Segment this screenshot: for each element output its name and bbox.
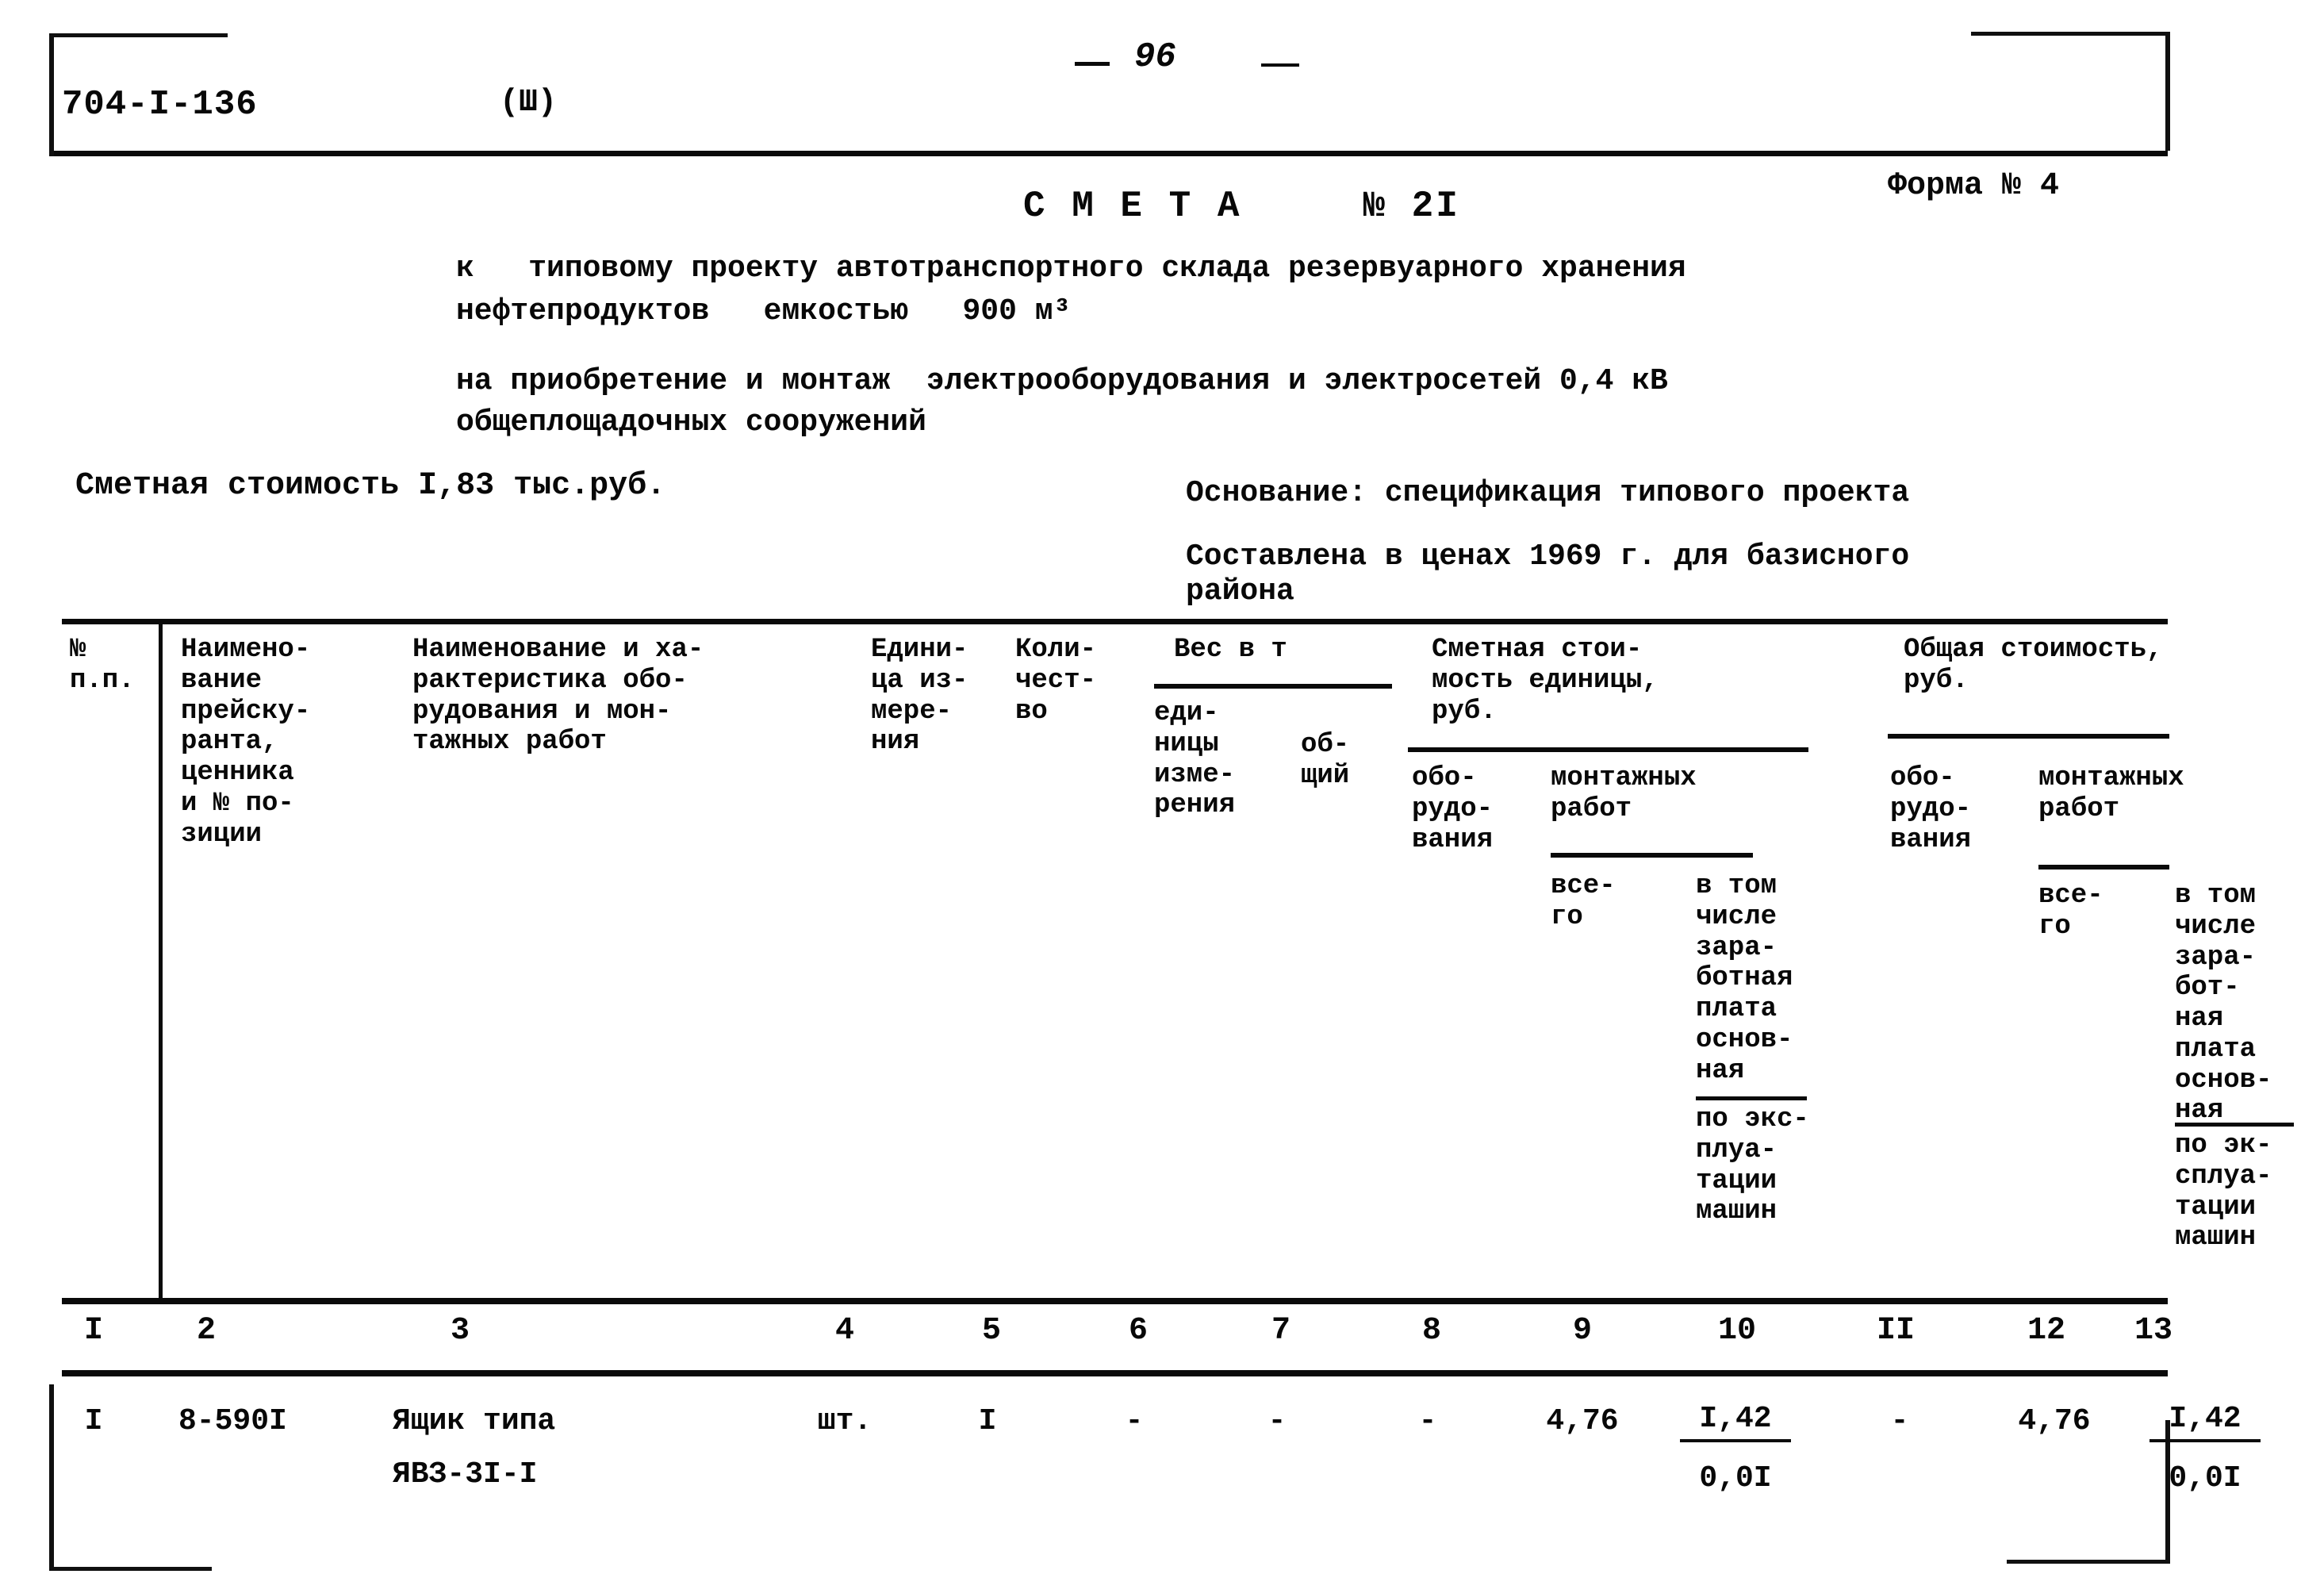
weight-group-rule — [1154, 684, 1392, 689]
colnum-4: 4 — [834, 1313, 854, 1349]
cell-install-total-wage: I,42 — [2150, 1400, 2261, 1442]
prices-year-line-2: района — [1186, 574, 1294, 608]
th-col7-weight-total: об- щий — [1301, 730, 1350, 791]
cell-weight-unit: - — [1125, 1404, 1144, 1438]
cell-price-reference: 8-590I — [178, 1404, 287, 1438]
th-col10-machines: по экс- плуа- тации машин — [1696, 1104, 1809, 1227]
cell-equipment-unit-cost: - — [1418, 1404, 1437, 1438]
th-col11-equipment: обо- рудо- вания — [1890, 763, 1972, 855]
th-col13-machines: по эк- сплуа- тации машин — [2175, 1131, 2272, 1253]
unit-cost-group-rule — [1408, 747, 1808, 752]
frame-bottom-left-corner — [49, 1567, 212, 1571]
frame-top-left-corner — [49, 33, 228, 37]
page-dash-left — [1075, 62, 1110, 66]
colnum-bottom-rule — [62, 1370, 2168, 1376]
colnum-8: 8 — [1421, 1313, 1441, 1349]
frame-bottom-right-corner — [2007, 1560, 2170, 1564]
th-col6-weight-unit: еди- ницы изме- рения — [1154, 698, 1236, 821]
frame-left-edge-bottom — [49, 1384, 54, 1571]
th-weight-group: Вес в т — [1174, 635, 1287, 665]
prices-year-line-1: Составлена в ценах 1969 г. для базисного — [1186, 539, 1910, 574]
colnum-3: 3 — [450, 1313, 470, 1349]
document-code: 704-I-136 — [62, 85, 258, 125]
colnum-10: 10 — [1717, 1313, 1756, 1349]
colnum-11: II — [1876, 1313, 1915, 1349]
th-col12-install-all: все- го — [2038, 881, 2103, 942]
form-label: Форма № 4 — [1888, 168, 2060, 204]
th-col5-qty: Коли- чест- во — [1015, 635, 1097, 727]
subject-line-2: нефтепродуктов емкостью 900 м³ — [456, 294, 1072, 328]
scope-line-2: общеплощадочных сооружений — [456, 405, 926, 440]
th-total-cost-group: Общая стоимость, руб. — [1904, 635, 2163, 696]
colnum-9: 9 — [1572, 1313, 1592, 1349]
colnum-13: 13 — [2134, 1313, 2173, 1349]
frame-left-edge-top — [49, 33, 54, 156]
colnum-2: 2 — [196, 1313, 216, 1349]
header-rule — [54, 151, 2168, 156]
colnum-7: 7 — [1271, 1313, 1290, 1349]
page-title: С М Е Т А № 2I — [1023, 186, 1460, 227]
table-top-rule — [62, 619, 2168, 624]
cell-row-number: I — [84, 1404, 103, 1438]
scope-line-1: на приобретение и монтаж электрооборудов… — [456, 364, 1668, 398]
cell-install-total: 4,76 — [2018, 1404, 2091, 1438]
cell-install-unit-machines: 0,0I — [1699, 1461, 1772, 1495]
cell-equipment-total: - — [1890, 1404, 1909, 1438]
th-col2-price-ref: Наимено- вание прейску- ранта, ценника и… — [181, 635, 311, 850]
install-group-rule-right — [2038, 865, 2169, 870]
cell-quantity: I — [978, 1404, 997, 1438]
page-number: 96 — [1134, 37, 1176, 77]
th-install-group-right: монтажных работ — [2038, 763, 2184, 824]
th-col3-name: Наименование и ха- рактеристика обо- руд… — [412, 635, 704, 758]
basis-text: Основание: спецификация типового проекта — [1186, 476, 1910, 510]
estimate-cost-text: Сметная стоимость I,83 тыс.руб. — [75, 468, 666, 504]
total-cost-group-rule — [1888, 734, 2169, 739]
th-col1-number: № п.п. — [70, 635, 135, 696]
subject-line-1: к типовому проекту автотранспортного скл… — [456, 251, 1686, 286]
document-variant: (Ш) — [500, 85, 558, 121]
colnum-6: 6 — [1128, 1313, 1148, 1349]
cell-install-total-machines: 0,0I — [2169, 1461, 2242, 1495]
th-install-group-left: монтажных работ — [1551, 763, 1697, 824]
cell-unit: шт. — [817, 1404, 872, 1438]
th-col9-install-all: все- го — [1551, 871, 1616, 932]
colnum-12: 12 — [2027, 1313, 2065, 1349]
page-dash-right — [1261, 63, 1299, 67]
cell-weight-total: - — [1267, 1404, 1287, 1438]
document-page: 704-I-136 (Ш) 96 Форма № 4 С М Е Т А № 2… — [0, 0, 2324, 1574]
th-col13-wage: в том числе зара- бот- ная плата основ- … — [2175, 881, 2272, 1127]
th-col8-equipment: обо- рудо- вания — [1412, 763, 1494, 855]
frame-right-edge-top — [2165, 32, 2170, 151]
colnum-5: 5 — [981, 1313, 1001, 1349]
install-group-rule-left — [1551, 853, 1753, 858]
wage-machine-divider-left — [1696, 1096, 1807, 1100]
cell-item-name-line2: ЯВЗ-3I-I — [393, 1457, 538, 1491]
th-unit-cost-group: Сметная стои- мость единицы, руб. — [1432, 635, 1659, 727]
colnum-top-rule — [62, 1298, 2168, 1304]
frame-top-right-corner — [1971, 32, 2169, 36]
cell-install-unit-wage: I,42 — [1680, 1400, 1791, 1442]
th-col4-unit: Едини- ца из- мере- ния — [871, 635, 968, 758]
table-left-vrule — [159, 624, 163, 1298]
colnum-1: I — [83, 1313, 103, 1349]
th-col10-wage: в том числе зара- ботная плата основ- на… — [1696, 871, 1793, 1086]
cell-item-name-line1: Ящик типа — [393, 1404, 556, 1438]
cell-install-unit-total: 4,76 — [1546, 1404, 1619, 1438]
